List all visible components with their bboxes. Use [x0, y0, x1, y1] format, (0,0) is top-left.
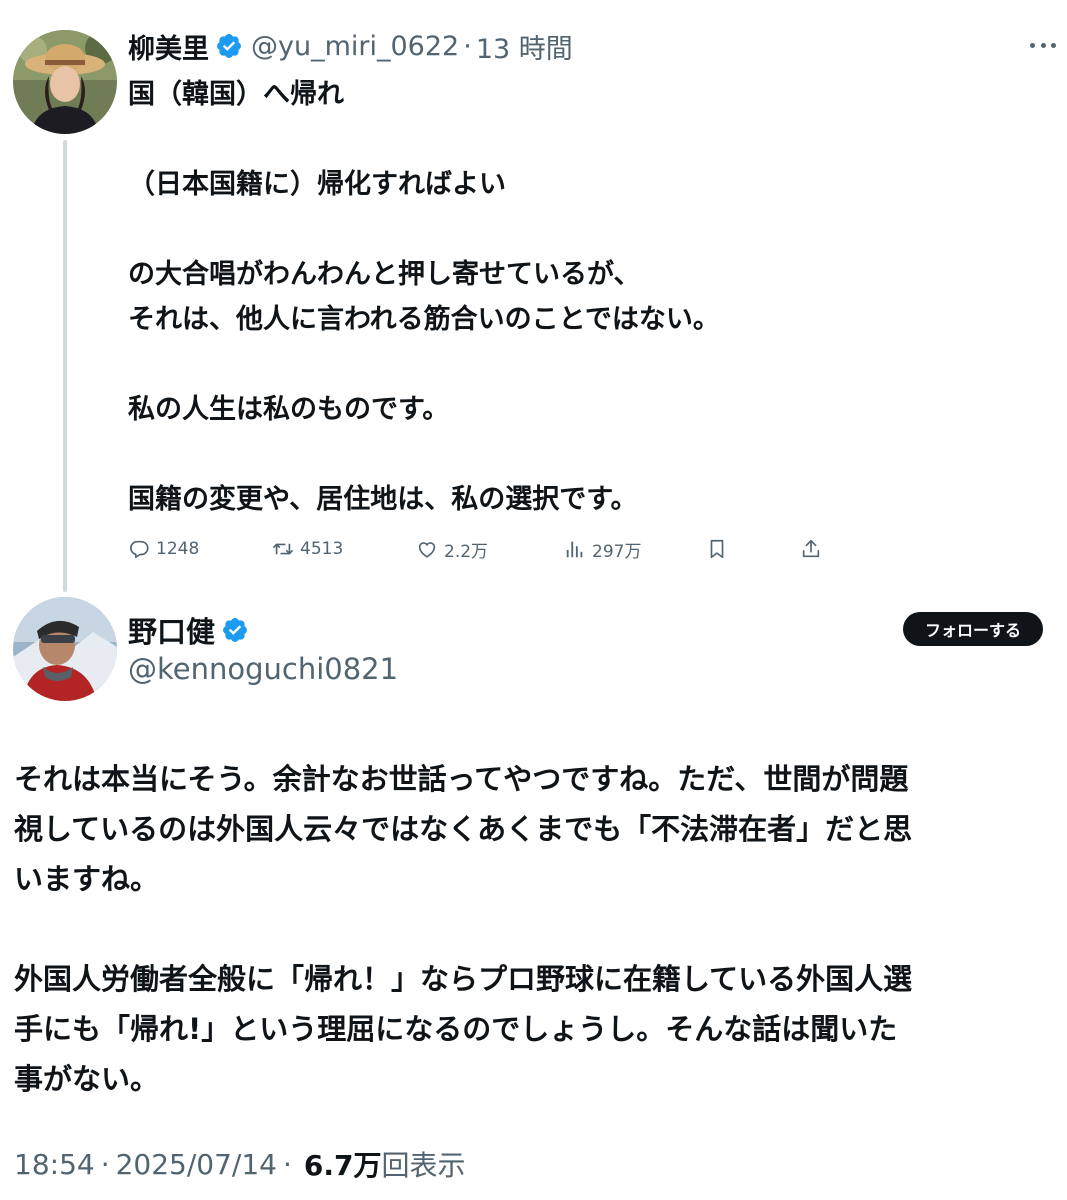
parent-author-name[interactable]: 柳美里 — [128, 27, 209, 66]
retweet-button[interactable]: 4513 — [272, 530, 343, 568]
reply-icon — [130, 540, 149, 559]
tweet-text-line: 外国人労働者全般に「帰れ！」ならプロ野球に在籍している外国人選 — [14, 962, 913, 996]
verified-badge-icon — [221, 616, 249, 644]
main-author-handle[interactable]: @kennoguchi0821 — [128, 652, 398, 686]
parent-author-handle[interactable]: @yu_miri_0622 — [251, 31, 459, 62]
tweet-text-line: 手にも「帰れ!」という理屈になるのでしょうし。そんな話は聞いた — [14, 1012, 898, 1046]
share-button[interactable] — [800, 530, 828, 568]
views-icon — [566, 541, 583, 558]
tweet-text-line — [128, 117, 1038, 162]
main-author-name[interactable]: 野口健 — [128, 609, 215, 651]
share-icon — [802, 539, 820, 558]
tweet-time[interactable]: 18:54 — [14, 1148, 95, 1181]
tweet-text-line: 国籍の変更や、居住地は、私の選択です。 — [128, 484, 638, 515]
like-count: 2.2万 — [444, 541, 489, 562]
verified-badge-icon — [215, 32, 243, 60]
parent-tweet-header: 柳美里 @yu_miri_0622 · 13 時間 — [128, 26, 573, 66]
meta-separator: · — [283, 1147, 292, 1181]
parent-author-avatar[interactable] — [13, 30, 117, 134]
main-tweet-text: それは本当にそう。余計なお世話ってやつですね。ただ、世間が問題 視しているのは外… — [14, 754, 1059, 1104]
tweet-text-line — [128, 432, 1038, 477]
tweet-text-line: 国（韓国）へ帰れ — [128, 79, 344, 110]
tweet-meta: 18:54 · 2025/07/14 · 6.7万 回表示 — [14, 1144, 466, 1184]
like-icon — [418, 542, 436, 558]
main-author-name-row: 野口健 — [128, 610, 257, 650]
tweet-text-line: いますね。 — [14, 862, 160, 896]
tweet-text-line: それは本当にそう。余計なお世話ってやつですね。ただ、世間が問題 — [14, 762, 909, 796]
parent-tweet-time[interactable]: 13 時間 — [476, 27, 573, 66]
tweet-text-line: それは、他人に言われる筋合いのことではない。 — [128, 304, 720, 335]
avatar-image — [13, 597, 117, 701]
more-icon[interactable] — [1030, 38, 1056, 52]
header-separator: · — [463, 30, 472, 62]
tweet-date[interactable]: 2025/07/14 — [116, 1148, 277, 1181]
thread-connector-line — [63, 140, 67, 592]
parent-tweet-text: 国（韓国）へ帰れ （日本国籍に）帰化すればよい の大合唱がわんわんと押し寄せてい… — [128, 72, 1038, 522]
parent-tweet-actions: 1248 4513 2.2万 297万 — [128, 530, 828, 568]
reply-button[interactable]: 1248 — [128, 530, 199, 568]
tweet-text-line — [128, 207, 1038, 252]
views-button[interactable]: 297万 — [564, 530, 641, 568]
reply-count: 1248 — [156, 539, 200, 559]
tweet-text-line — [128, 342, 1038, 387]
avatar-image — [13, 30, 117, 134]
view-count: 6.7万 — [303, 1149, 382, 1182]
tweet-text-line — [14, 904, 1059, 954]
tweet-text-line: 事がない。 — [14, 1062, 160, 1096]
bookmark-icon — [710, 539, 724, 559]
bookmark-button[interactable] — [706, 530, 734, 568]
views-count: 297万 — [592, 541, 642, 562]
meta-separator: · — [100, 1147, 110, 1181]
retweet-count: 4513 — [300, 539, 344, 559]
tweet-text-line: （日本国籍に）帰化すればよい — [128, 169, 506, 200]
like-button[interactable]: 2.2万 — [416, 530, 488, 568]
retweet-icon — [273, 543, 293, 555]
tweet-text-line: 私の人生は私のものです。 — [128, 394, 450, 425]
view-label: 回表示 — [381, 1149, 466, 1182]
tweet-text-line: の大合唱がわんわんと押し寄せているが、 — [128, 259, 641, 290]
main-author-avatar[interactable] — [13, 597, 117, 701]
tweet-text-line: 視しているのは外国人云々ではなくあくまでも「不法滞在者」だと思 — [14, 812, 913, 846]
follow-button[interactable]: フォローする — [903, 612, 1043, 646]
